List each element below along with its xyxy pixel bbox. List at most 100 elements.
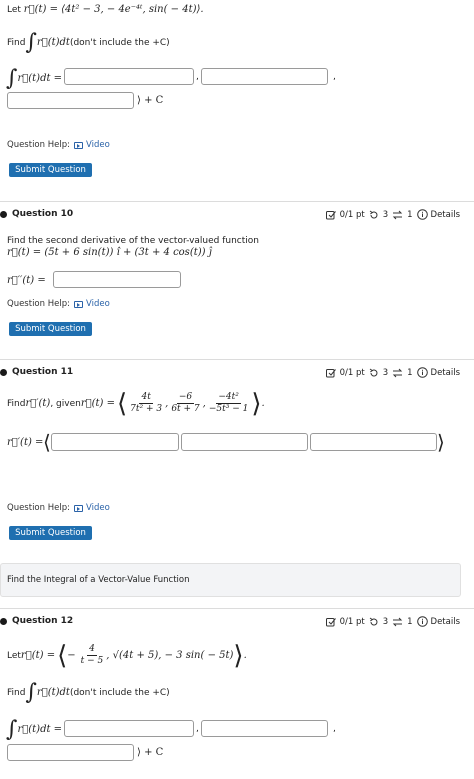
q11-prompt: Find r⃗′(t) , given r⃗(t) = ⟨ 4t 7t² + 3,…	[7, 388, 265, 419]
q11-prompt-prefix: Find	[7, 398, 26, 409]
info-icon	[416, 209, 428, 220]
q9-function: r⃗(t) = ⟨4t² − 3, − 4e⁻⁴ᵗ, sin( − 4t)⟩.	[23, 4, 204, 15]
q12-integral-sign: ∫	[25, 680, 37, 705]
q11-f1-num: 4t	[139, 392, 153, 404]
q11-status-dot	[0, 369, 7, 376]
q12-answer-input-1[interactable]	[64, 720, 194, 737]
q11-retries: 3	[382, 367, 389, 378]
q10-header: Question 10 0/1 pt 3 1 Details	[0, 201, 474, 228]
q9-find-prefix: Find	[7, 37, 26, 48]
q10-function: r⃗(t) = (5t + 6 sin(t)) î + (3t + 4 cos(…	[7, 247, 212, 258]
q12-retries: 3	[382, 616, 389, 627]
q11-prompt-rprime: r⃗′(t)	[25, 398, 51, 409]
q10-answer-lhs: r⃗′′(t) =	[7, 275, 46, 286]
q11-submit-button[interactable]: Submit Question	[9, 526, 92, 540]
q11-prompt-r: r⃗(t) =	[80, 398, 116, 409]
q12-f1-sign: −	[67, 650, 76, 661]
q12-find-prefix: Find	[7, 687, 26, 698]
q12-meta: 0/1 pt 3 1 Details	[325, 616, 460, 627]
q12-close: ⟩ + C	[137, 747, 164, 758]
info-icon	[416, 367, 428, 378]
q12-f1-den: t − 5	[80, 656, 104, 666]
q10-submit-button[interactable]: Submit Question	[9, 322, 92, 336]
q10-details-link[interactable]: Details	[416, 209, 460, 220]
q9-answer-input-1[interactable]	[64, 68, 194, 85]
q12-let-r: r⃗(t) =	[20, 650, 56, 661]
attempts-icon	[392, 210, 403, 219]
q11-prompt-given: , given	[50, 398, 81, 409]
q12-left-angle: ⟨	[57, 640, 68, 671]
q9-answer-input-2[interactable]	[201, 68, 328, 85]
q9-comma-1: ,	[196, 72, 199, 82]
q12-answer-input-3[interactable]	[7, 744, 134, 761]
q11-answer-input-1[interactable]	[51, 433, 179, 451]
q11-answer-input-2[interactable]	[181, 433, 308, 451]
q10-video-link[interactable]: Video	[73, 299, 110, 309]
q12-answer-lhs: ∫ r⃗(t)dt = ⟨	[6, 717, 69, 742]
q12-let-prefix: Let	[7, 650, 21, 661]
q12-points: 0/1 pt	[339, 616, 365, 627]
q11-points: 0/1 pt	[339, 367, 365, 378]
q10-title: Question 10	[12, 209, 74, 219]
q11-attempts: 1	[407, 367, 413, 378]
q11-video-label: Video	[85, 503, 110, 513]
q11-answer-input-3[interactable]	[310, 433, 437, 451]
q10-video-label: Video	[85, 299, 110, 309]
q11-question-help: Question Help: Video	[7, 503, 110, 513]
q11-video-link[interactable]: Video	[73, 503, 110, 513]
q11-details-link[interactable]: Details	[416, 367, 460, 378]
q11-fraction-3: −4t² −5t³ − 1	[207, 392, 250, 415]
q10-retries: 3	[382, 209, 389, 220]
q11-answer-right-angle: ⟩	[437, 430, 445, 454]
q11-f3-num: −4t²	[216, 392, 241, 404]
q12-answer-integral: ∫	[6, 717, 18, 742]
retry-icon	[369, 617, 378, 625]
q10-points: 0/1 pt	[339, 209, 365, 220]
q9-let-line: Let r⃗(t) = ⟨4t² − 3, − 4e⁻⁴ᵗ, sin( − 4t…	[7, 4, 204, 15]
q12-answer-expr: r⃗(t)dt = ⟨	[17, 724, 70, 735]
q9-video-label: Video	[85, 140, 110, 150]
attempts-icon	[392, 617, 403, 626]
video-icon	[73, 300, 83, 308]
q11-left-angle: ⟨	[117, 388, 128, 419]
q11-help-label: Question Help:	[7, 503, 70, 513]
q9-answer-expr: r⃗(t)dt = ⟨	[17, 73, 70, 84]
q9-let-prefix: Let	[7, 5, 24, 15]
q12-status-dot	[0, 618, 7, 625]
q12-find-line: Find ∫ r⃗(t)dt (don't include the +C)	[7, 680, 170, 705]
q11-f2-den: 6t + 7	[171, 404, 200, 414]
q10-answer-input[interactable]	[53, 271, 181, 288]
q12-comma-1: ,	[196, 724, 199, 734]
checkbox-edit-icon	[325, 617, 336, 626]
q9-submit-button[interactable]: Submit Question	[9, 163, 92, 177]
q12-rest: , √(4t + 5), − 3 sin( − 5t)	[106, 650, 234, 661]
info-icon	[416, 616, 428, 627]
q11-fraction-2: −6 6t + 7	[169, 392, 201, 415]
q9-video-link[interactable]: Video	[73, 140, 110, 150]
q12-let-line: Let r⃗(t) = ⟨ − 4t − 5 , √(4t + 5), − 3 …	[7, 640, 247, 671]
q9-answer-input-3[interactable]	[7, 92, 134, 109]
q10-question-help: Question Help: Video	[7, 299, 110, 309]
q12-right-angle: ⟩	[233, 640, 244, 671]
q11-answer-left-angle: ⟨	[43, 430, 51, 454]
q9-question-help: Question Help: Video	[7, 140, 110, 150]
q9-close: ⟩ + C	[137, 95, 164, 106]
q12-fraction-1: 4t − 5	[79, 644, 106, 667]
q10-meta: 0/1 pt 3 1 Details	[325, 209, 460, 220]
q12-header: Question 12 0/1 pt 3 1 Details	[0, 608, 474, 635]
checkbox-edit-icon	[325, 210, 336, 219]
q11-f1-den: 7t² + 3	[130, 404, 163, 414]
q11-right-angle: ⟩	[251, 388, 262, 419]
q9-find-line: Find ∫ r⃗(t)dt (don't include the +C)	[7, 30, 170, 55]
q10-details: Details	[430, 209, 460, 220]
q12-answer-input-2[interactable]	[201, 720, 328, 737]
q12-details-link[interactable]: Details	[416, 616, 460, 627]
q10-prompt: Find the second derivative of the vector…	[7, 236, 259, 246]
q9-integral-sign: ∫	[25, 30, 37, 55]
attempts-icon	[392, 368, 403, 377]
q11-fraction-1: 4t 7t² + 3	[128, 392, 164, 415]
q11-meta: 0/1 pt 3 1 Details	[325, 367, 460, 378]
q11-answer-lhs: r⃗′(t) =	[7, 437, 44, 448]
q12-find-expr: r⃗(t)dt	[36, 687, 70, 698]
retry-icon	[369, 368, 378, 376]
